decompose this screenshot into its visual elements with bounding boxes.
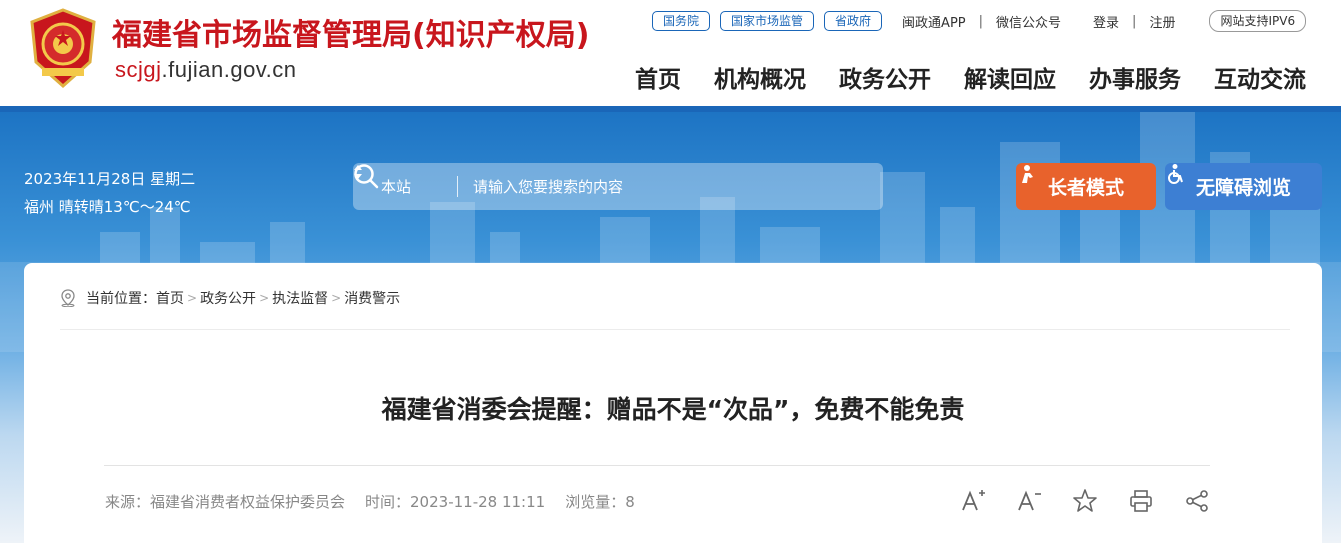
national-emblem-icon (30, 8, 96, 88)
article-card: 当前位置： 首页 > 政务公开 > 执法监督 > 消费警示 福建省消委会提醒：赠… (24, 263, 1322, 543)
article-tools (960, 488, 1210, 514)
login-link[interactable]: 登录 (1093, 12, 1119, 31)
accessibility-button[interactable]: 无障碍浏览 (1165, 163, 1322, 210)
register-link[interactable]: 注册 (1149, 12, 1175, 31)
link-samr[interactable]: 国家市场监管 (720, 11, 815, 31)
search-bar: 本站 (353, 163, 883, 210)
search-divider (457, 176, 458, 197)
article-meta: 来源：福建省消费者权益保护委员会 时间：2023-11-28 11:11 浏览量… (105, 491, 655, 512)
link-state-council[interactable]: 国务院 (652, 11, 711, 31)
print-icon[interactable] (1128, 488, 1154, 514)
article-source: 来源：福建省消费者权益保护委员会 (105, 493, 346, 511)
breadcrumb-enforcement[interactable]: 执法监督 (272, 288, 328, 308)
link-wechat[interactable]: 微信公众号 (996, 12, 1061, 31)
search-input[interactable] (473, 173, 813, 200)
site-header: 福建省市场监督管理局(知识产权局) scjgj.fujian.gov.cn 国务… (0, 0, 1341, 108)
search-icon[interactable] (353, 163, 379, 189)
breadcrumb-prefix: 当前位置： (86, 291, 156, 307)
breadcrumb-home[interactable]: 首页 (156, 288, 184, 308)
nav-services[interactable]: 办事服务 (1089, 60, 1181, 94)
main-nav: 首页 机构概况 政务公开 解读回应 办事服务 互动交流 (635, 60, 1306, 94)
article-time: 时间：2023-11-28 11:11 (365, 493, 546, 511)
accessibility-label: 无障碍浏览 (1195, 177, 1291, 199)
separator: | (978, 13, 984, 29)
font-increase-icon[interactable] (960, 488, 986, 514)
font-decrease-icon[interactable] (1016, 488, 1042, 514)
breadcrumb-arrow: > (331, 291, 342, 305)
elder-icon (1022, 165, 1033, 183)
nav-home[interactable]: 首页 (635, 60, 681, 94)
breadcrumb-gov-affairs[interactable]: 政务公开 (200, 288, 256, 308)
article-title: 福建省消委会提醒：赠品不是“次品”，免费不能免责 (381, 395, 965, 424)
elder-mode-label: 长者模式 (1047, 177, 1124, 199)
breadcrumb: 当前位置： 首页 > 政务公开 > 执法监督 > 消费警示 (60, 288, 400, 308)
elder-mode-button[interactable]: 长者模式 (1016, 163, 1156, 210)
site-domain: scjgj.fujian.gov.cn (115, 57, 297, 82)
separator: | (1132, 13, 1137, 29)
current-date: 2023年11月28日 星期二 (24, 170, 196, 188)
nav-gov-affairs[interactable]: 政务公开 (839, 60, 931, 94)
weather: 福州 晴转晴13℃～24℃ (24, 198, 191, 216)
divider (60, 329, 1290, 330)
breadcrumb-arrow: > (187, 291, 198, 305)
top-links: 国务院 国家市场监管 省政府 闽政通APP | 微信公众号 登录 | 注册 网站… (652, 10, 1307, 32)
link-app[interactable]: 闽政通APP (902, 12, 966, 31)
nav-interaction[interactable]: 互动交流 (1214, 60, 1306, 94)
wheelchair-icon (1168, 164, 1183, 184)
site-title: 福建省市场监督管理局(知识产权局) (112, 18, 590, 53)
link-province-gov[interactable]: 省政府 (824, 11, 883, 31)
location-pin-icon (61, 289, 75, 307)
breadcrumb-arrow: > (259, 291, 270, 305)
favorite-star-icon[interactable] (1072, 488, 1098, 514)
article-views: 浏览量：8 (565, 493, 635, 511)
breadcrumb-consumer-warning[interactable]: 消费警示 (344, 288, 400, 308)
search-scope-select[interactable]: 本站 (381, 176, 411, 197)
nav-interpret[interactable]: 解读回应 (964, 60, 1056, 94)
ipv6-badge: 网站支持IPV6 (1209, 10, 1307, 32)
divider (104, 465, 1210, 466)
share-icon[interactable] (1184, 488, 1210, 514)
nav-about[interactable]: 机构概况 (714, 60, 806, 94)
